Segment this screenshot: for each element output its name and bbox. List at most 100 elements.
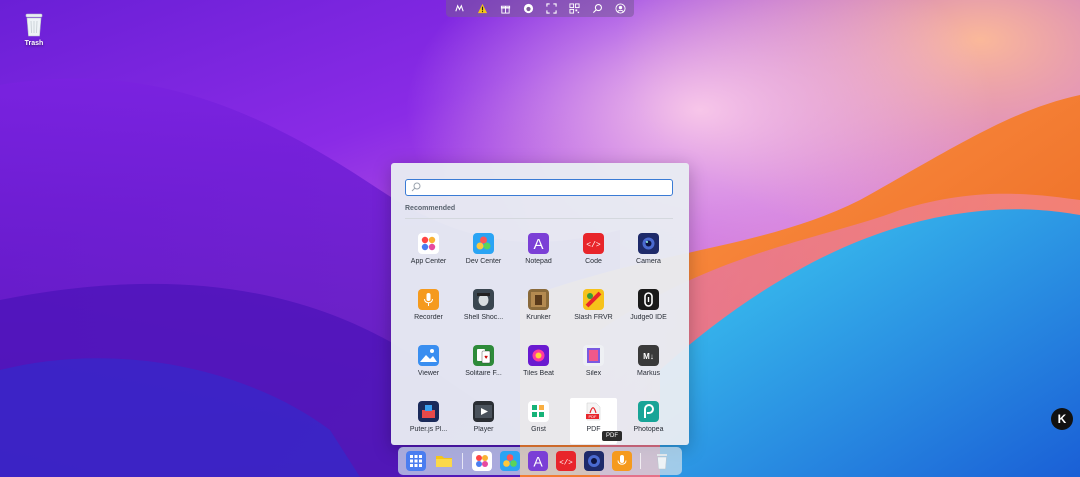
- svg-text:PDF: PDF: [589, 414, 598, 419]
- dock-app-launcher[interactable]: [406, 451, 426, 471]
- dock-files[interactable]: [434, 451, 454, 471]
- code-icon: </>: [583, 233, 604, 254]
- search-icon[interactable]: [592, 3, 604, 15]
- recorder-icon: [418, 289, 439, 310]
- pdf-tooltip: PDF: [602, 431, 622, 441]
- camera-icon: [638, 233, 659, 254]
- svg-text:</>: </>: [559, 460, 573, 468]
- dock-recorder[interactable]: [612, 451, 632, 471]
- app-shell-shockers[interactable]: Shell Shoc...: [460, 286, 507, 332]
- app-tiles-beat[interactable]: Tiles Beat: [515, 342, 562, 388]
- notepad-icon: A: [528, 451, 548, 471]
- app-player[interactable]: Player: [460, 398, 507, 444]
- slash-frvr-icon: [583, 289, 604, 310]
- app-label: Grist: [531, 426, 546, 433]
- recorder-icon: [612, 451, 632, 471]
- app-label: Solitaire F...: [465, 370, 502, 377]
- code-icon: </>: [556, 451, 576, 471]
- app-app-center[interactable]: App Center: [405, 230, 452, 276]
- photopea-icon: [638, 401, 659, 422]
- app-silex[interactable]: Silex: [570, 342, 617, 388]
- judge0-icon: [638, 289, 659, 310]
- account-icon[interactable]: [615, 3, 627, 15]
- app-center-icon: [472, 451, 492, 471]
- dock-trash[interactable]: [652, 451, 672, 471]
- app-recorder[interactable]: Recorder: [405, 286, 452, 332]
- app-dev-center[interactable]: Dev Center: [460, 230, 507, 276]
- app-label: Markus: [637, 370, 660, 377]
- divider: [405, 218, 673, 219]
- app-krunker[interactable]: Krunker: [515, 286, 562, 332]
- dev-center-icon: [473, 233, 494, 254]
- app-code[interactable]: </> Code: [570, 230, 617, 276]
- app-photopea[interactable]: Photopea: [625, 398, 672, 444]
- dock-dev-center[interactable]: [500, 451, 520, 471]
- app-solitaire[interactable]: ♥ Solitaire F...: [460, 342, 507, 388]
- app-notepad[interactable]: A Notepad: [515, 230, 562, 276]
- grist-icon: [528, 401, 549, 422]
- app-label: Puter.js Pl...: [409, 426, 448, 433]
- silex-icon: [583, 345, 604, 366]
- trash-icon: [657, 454, 667, 470]
- app-label: Silex: [585, 370, 602, 377]
- dock-separator: [640, 453, 641, 469]
- qr-code-icon[interactable]: [569, 3, 581, 15]
- dev-center-icon: [500, 451, 520, 471]
- app-slash-frvr[interactable]: Slash FRVR: [570, 286, 617, 332]
- launcher-search-field[interactable]: [405, 179, 673, 196]
- app-label: Viewer: [417, 370, 440, 377]
- app-label: Camera: [636, 258, 661, 265]
- app-judge0-ide[interactable]: Judge0 IDE: [625, 286, 672, 332]
- fullscreen-icon[interactable]: [546, 3, 558, 15]
- krunker-icon: [528, 289, 549, 310]
- recommended-heading: Recommended: [405, 205, 456, 212]
- camera-icon: [584, 451, 604, 471]
- trash-label: Trash: [24, 40, 44, 47]
- app-camera[interactable]: Camera: [625, 230, 672, 276]
- floating-k-button[interactable]: K: [1051, 408, 1073, 430]
- app-viewer[interactable]: Viewer: [405, 342, 452, 388]
- tiles-beat-icon: [528, 345, 549, 366]
- search-icon: [411, 182, 421, 192]
- shell-shockers-icon: [473, 289, 494, 310]
- taskbar-dock: A </>: [398, 447, 682, 475]
- dock-separator: [462, 453, 463, 469]
- app-label: Code: [585, 258, 602, 265]
- app-grist[interactable]: Grist: [515, 398, 562, 444]
- app-puterjs-playground[interactable]: Puter.js Pl...: [405, 398, 452, 444]
- launcher-search-input[interactable]: [424, 181, 668, 195]
- app-label: Recorder: [414, 314, 443, 321]
- warning-icon[interactable]: [477, 3, 489, 15]
- solitaire-icon: ♥: [473, 345, 494, 366]
- pdf-icon: PDF: [583, 401, 604, 422]
- app-label: Tiles Beat: [523, 370, 554, 377]
- app-markus[interactable]: M↓ Markus: [625, 342, 672, 388]
- github-icon[interactable]: [523, 3, 535, 15]
- desktop-trash[interactable]: Trash: [17, 12, 51, 47]
- app-label: Photopea: [633, 426, 664, 433]
- top-toolbar: [446, 0, 634, 17]
- svg-text:M↓: M↓: [643, 352, 654, 361]
- folder-icon: [436, 456, 452, 467]
- viewer-icon: [418, 345, 439, 366]
- svg-text:</>: </>: [586, 241, 601, 250]
- gift-icon[interactable]: [500, 3, 512, 15]
- puter-logo-icon[interactable]: [454, 3, 466, 15]
- dock-camera[interactable]: [584, 451, 604, 471]
- app-launcher-icon: [406, 451, 426, 471]
- app-label: Slash FRVR: [574, 314, 613, 321]
- app-label: Notepad: [525, 258, 552, 265]
- app-label: App Center: [410, 258, 447, 265]
- notepad-icon: A: [528, 233, 549, 254]
- app-label: Dev Center: [465, 258, 502, 265]
- trash-icon: [25, 13, 43, 37]
- svg-text:A: A: [533, 236, 543, 253]
- dock-app-center[interactable]: [472, 451, 492, 471]
- dock-notepad[interactable]: A: [528, 451, 548, 471]
- app-launcher-panel: Recommended App Center Dev Center A Note…: [391, 163, 689, 445]
- player-icon: [473, 401, 494, 422]
- svg-text:A: A: [533, 454, 543, 470]
- dock-code[interactable]: </>: [556, 451, 576, 471]
- app-label: Judge0 IDE: [630, 314, 667, 321]
- puterjs-playground-icon: [418, 401, 439, 422]
